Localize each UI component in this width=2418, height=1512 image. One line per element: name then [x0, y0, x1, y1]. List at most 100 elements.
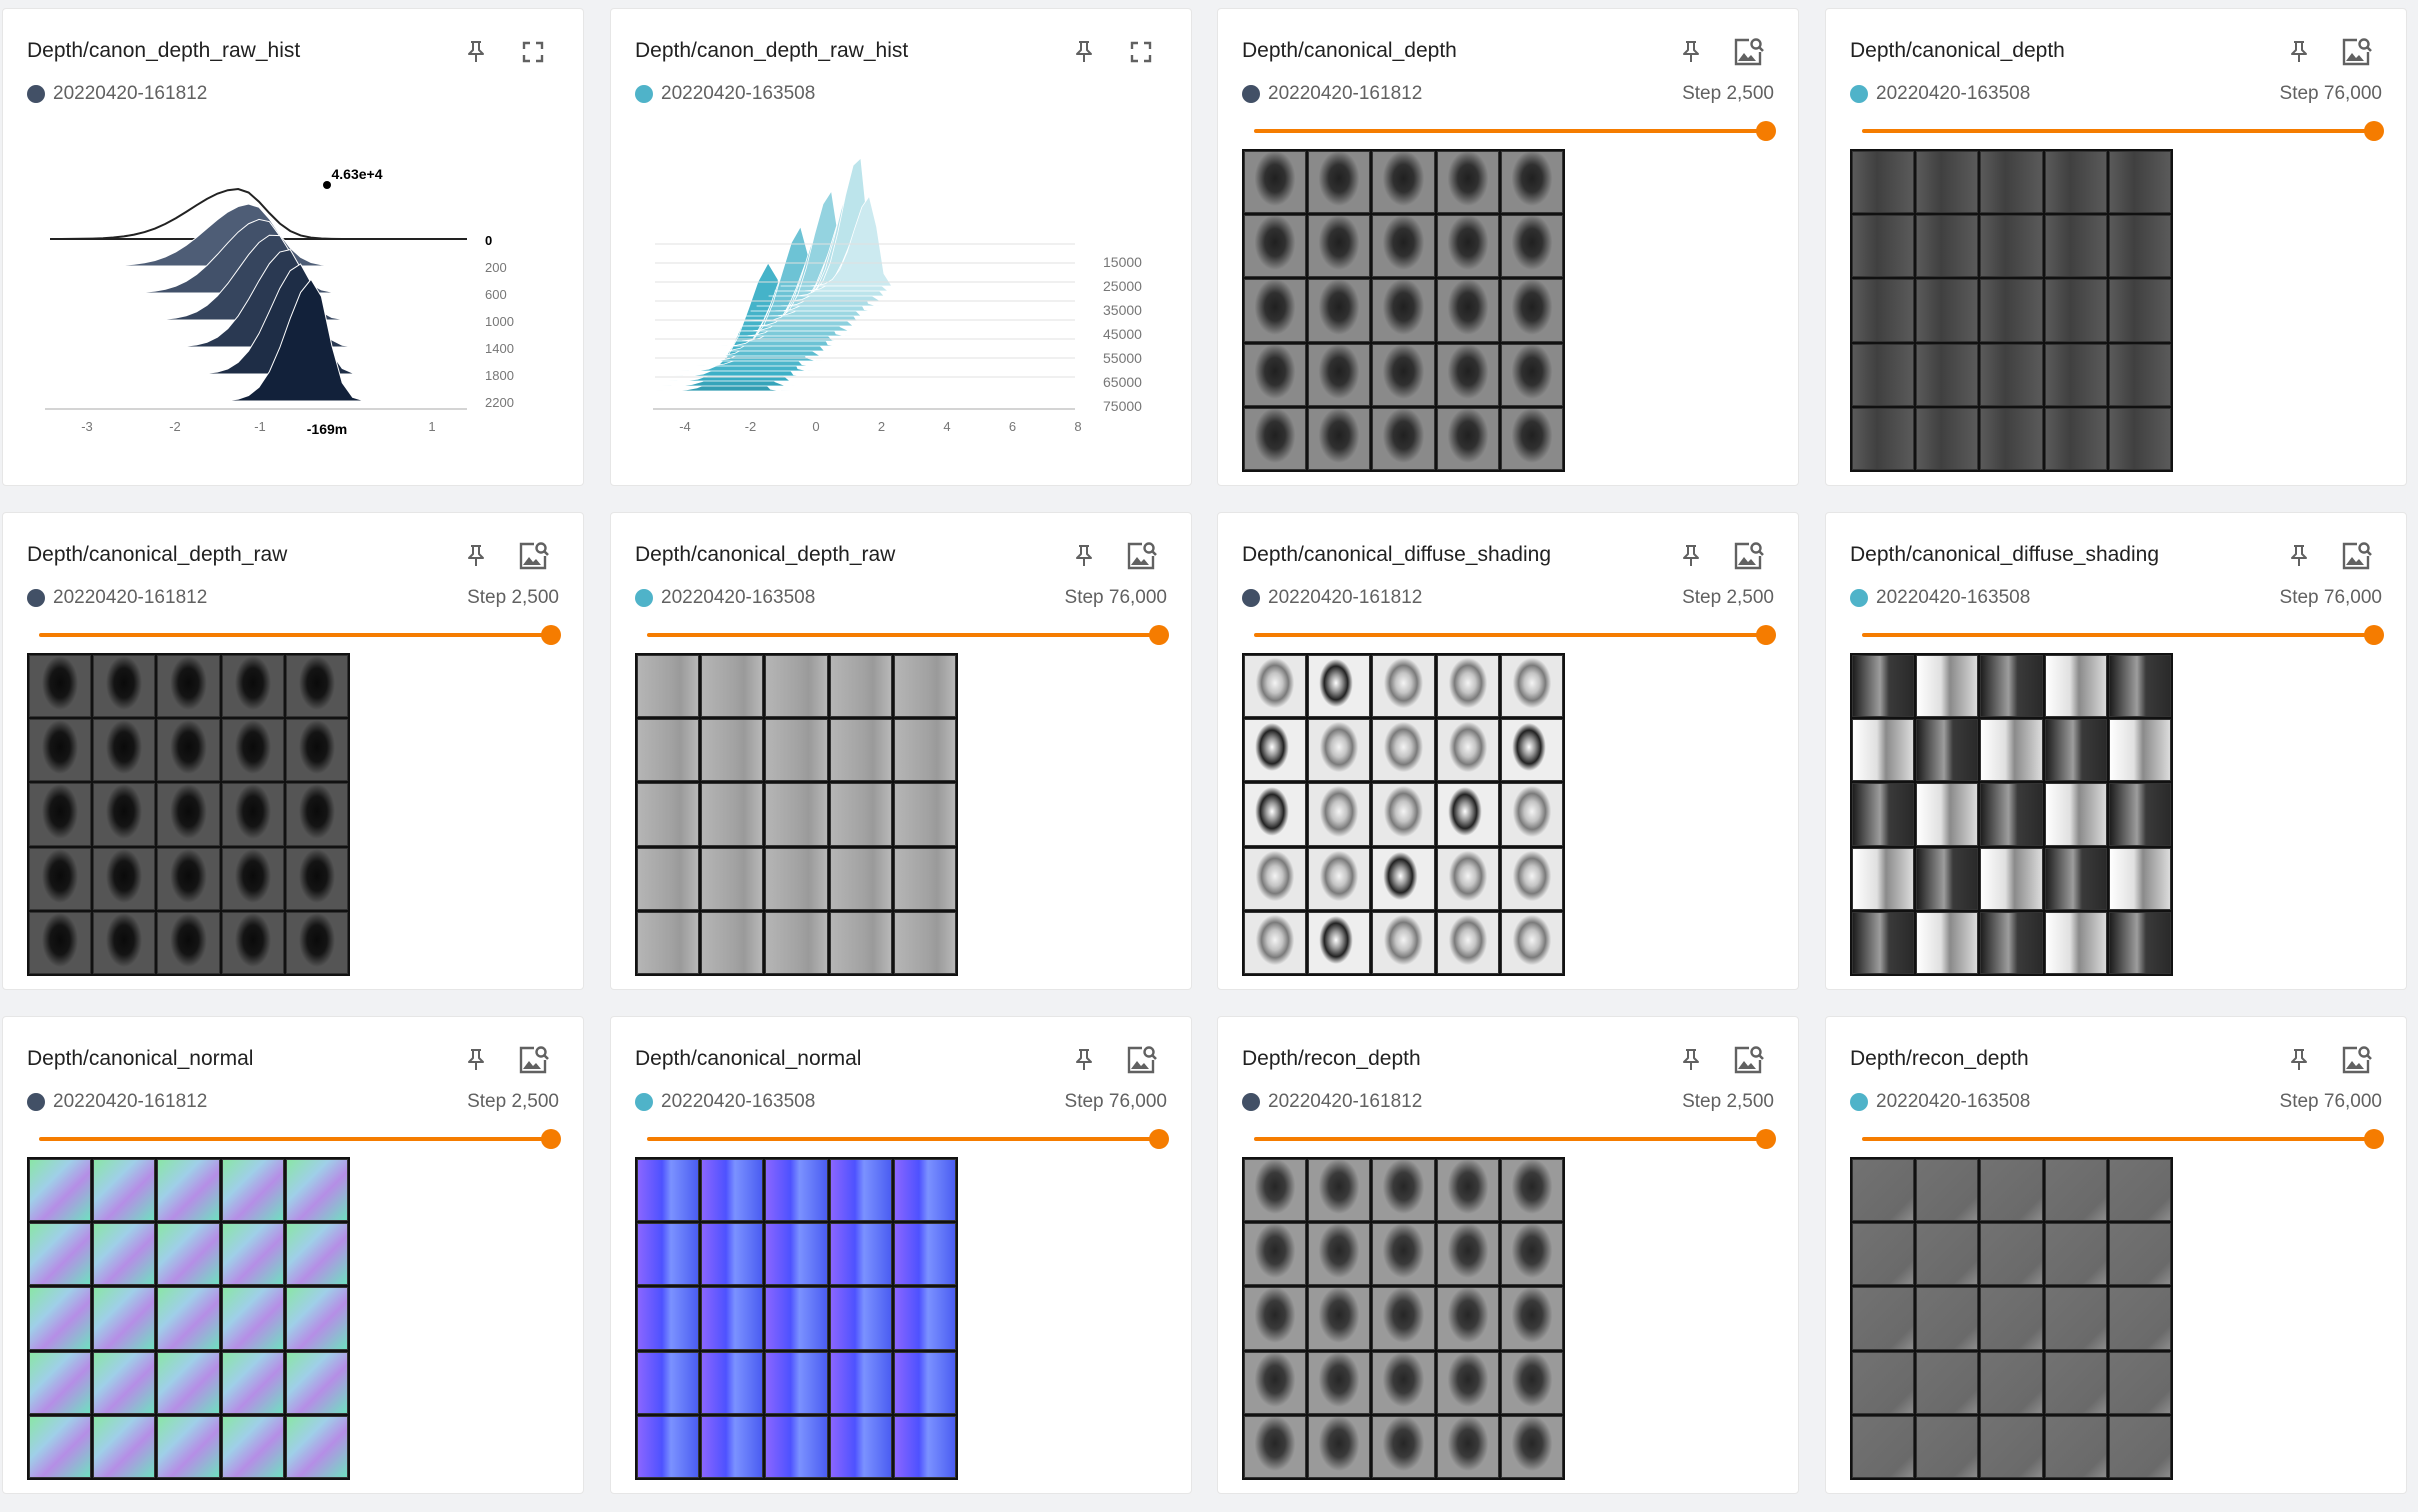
- image-tile: [637, 1159, 700, 1222]
- run-color-dot: [27, 1093, 45, 1111]
- image-search-icon[interactable]: [516, 539, 550, 573]
- image-search-icon[interactable]: [2339, 35, 2373, 69]
- pin-icon[interactable]: [2282, 539, 2316, 573]
- y-tick-label: 1400: [485, 341, 514, 356]
- image-tile: [765, 655, 828, 718]
- image-grid[interactable]: [1850, 1157, 2173, 1480]
- image-tile: [1308, 407, 1371, 470]
- image-tile: [765, 719, 828, 782]
- slider-thumb[interactable]: [1756, 625, 1776, 645]
- image-grid[interactable]: [1242, 653, 1565, 976]
- step-slider[interactable]: [1254, 119, 1776, 143]
- card-title: Depth/canon_depth_raw_hist: [27, 39, 301, 62]
- image-tile: [893, 655, 956, 718]
- step-slider[interactable]: [1862, 1127, 2384, 1151]
- slider-thumb[interactable]: [541, 1129, 561, 1149]
- image-tile: [1372, 1351, 1435, 1414]
- image-grid[interactable]: [635, 653, 958, 976]
- image-search-icon[interactable]: [1731, 1043, 1765, 1077]
- step-slider[interactable]: [1254, 623, 1776, 647]
- image-tile: [1436, 1351, 1499, 1414]
- slider-thumb[interactable]: [1756, 1129, 1776, 1149]
- step-slider[interactable]: [39, 623, 561, 647]
- image-tile: [637, 719, 700, 782]
- image-tile: [1916, 1287, 1979, 1350]
- fullscreen-icon[interactable]: [516, 35, 550, 69]
- image-tile: [1852, 1287, 1915, 1350]
- slider-track: [647, 1137, 1159, 1141]
- pin-icon[interactable]: [459, 35, 493, 69]
- image-tile: [1980, 1351, 2043, 1414]
- pin-icon[interactable]: [2282, 35, 2316, 69]
- run-name: 20220420-163508: [1876, 1091, 2031, 1112]
- slider-thumb[interactable]: [2364, 1129, 2384, 1149]
- image-tile: [1436, 151, 1499, 214]
- y-tick-label: 0: [485, 233, 492, 248]
- image-tile: [1980, 1287, 2043, 1350]
- pin-icon[interactable]: [459, 1043, 493, 1077]
- image-search-icon[interactable]: [1124, 539, 1158, 573]
- slider-thumb[interactable]: [1149, 625, 1169, 645]
- slider-thumb[interactable]: [541, 625, 561, 645]
- image-tile: [1916, 719, 1979, 782]
- pin-icon[interactable]: [1674, 539, 1708, 573]
- step-slider[interactable]: [1254, 1127, 1776, 1151]
- step-slider[interactable]: [647, 1127, 1169, 1151]
- run-name: 20220420-161812: [53, 1091, 208, 1112]
- slider-thumb[interactable]: [2364, 625, 2384, 645]
- image-tile: [1852, 1351, 1915, 1414]
- pin-icon[interactable]: [1067, 539, 1101, 573]
- image-tile: [2108, 279, 2171, 342]
- image-search-icon[interactable]: [1731, 35, 1765, 69]
- slider-thumb[interactable]: [1149, 1129, 1169, 1149]
- image-search-icon[interactable]: [516, 1043, 550, 1077]
- image-grid[interactable]: [27, 653, 350, 976]
- image-grid[interactable]: [1850, 149, 2173, 472]
- pin-icon[interactable]: [2282, 1043, 2316, 1077]
- pin-icon[interactable]: [1067, 1043, 1101, 1077]
- pin-icon[interactable]: [1067, 35, 1101, 69]
- image-tile: [1244, 1159, 1307, 1222]
- slider-track: [1254, 633, 1766, 637]
- run-color-dot: [635, 589, 653, 607]
- hover-marker: [323, 181, 331, 189]
- fullscreen-icon[interactable]: [1124, 35, 1158, 69]
- image-grid[interactable]: [1242, 149, 1565, 472]
- image-tile: [2108, 1415, 2171, 1478]
- step-slider[interactable]: [1862, 119, 2384, 143]
- slider-thumb[interactable]: [1756, 121, 1776, 141]
- image-search-icon[interactable]: [2339, 539, 2373, 573]
- pin-icon[interactable]: [1674, 1043, 1708, 1077]
- image-grid[interactable]: [1242, 1157, 1565, 1480]
- card-title: Depth/canonical_depth: [1242, 39, 1457, 62]
- image-grid[interactable]: [27, 1157, 350, 1480]
- image-search-icon[interactable]: [2339, 1043, 2373, 1077]
- image-search-icon[interactable]: [1731, 539, 1765, 573]
- pin-icon[interactable]: [459, 539, 493, 573]
- pin-icon[interactable]: [1674, 35, 1708, 69]
- step-slider[interactable]: [1862, 623, 2384, 647]
- y-tick-label: 15000: [1103, 254, 1142, 270]
- image-tile: [1244, 911, 1307, 974]
- image-tile: [829, 1223, 892, 1286]
- y-tick-label: 25000: [1103, 278, 1142, 294]
- histogram-chart[interactable]: 0 200 600 1000 1400 1800 2200 -3 -2 -1 1 4.63e+4 -16…: [27, 119, 567, 449]
- image-tile: [1372, 1223, 1435, 1286]
- histogram-chart[interactable]: 15000 25000 35000 45000 55000 65000 75000 -4 -2 0…: [635, 119, 1175, 449]
- image-tile: [1436, 279, 1499, 342]
- image-tile: [637, 1351, 700, 1414]
- step-slider[interactable]: [39, 1127, 561, 1151]
- image-tile: [829, 911, 892, 974]
- image-tile: [29, 1223, 92, 1286]
- image-tile: [1244, 215, 1307, 278]
- image-tile: [221, 719, 284, 782]
- slider-thumb[interactable]: [2364, 121, 2384, 141]
- image-grid[interactable]: [635, 1157, 958, 1480]
- image-grid[interactable]: [1850, 653, 2173, 976]
- image-tile: [1372, 343, 1435, 406]
- step-slider[interactable]: [647, 623, 1169, 647]
- image-search-icon[interactable]: [1124, 1043, 1158, 1077]
- image-tile: [1916, 151, 1979, 214]
- image-tile: [29, 1159, 92, 1222]
- x-tick-label: 4: [943, 419, 950, 434]
